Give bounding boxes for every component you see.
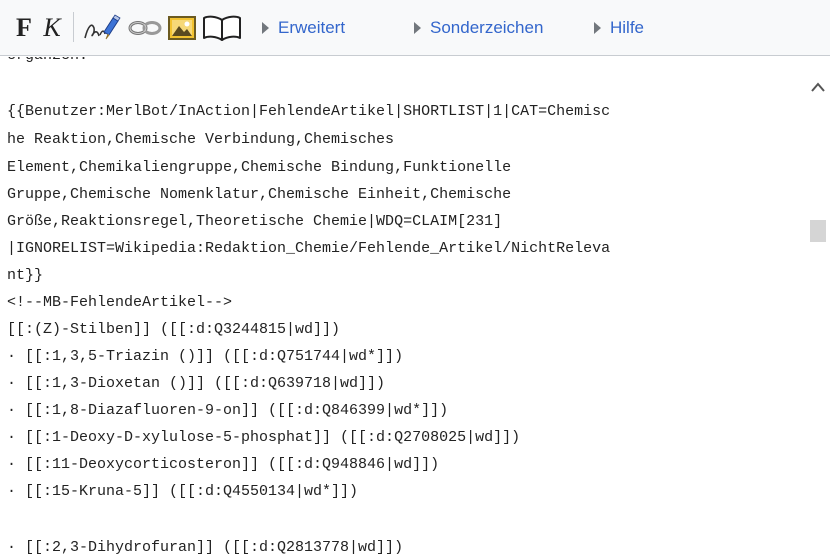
- editor-line: · [[:1,3-Dioxetan ()]] ([[:d:Q639718|wd]…: [7, 375, 386, 392]
- editor-toolbar: F K Erweitert Sonderzeichen Hilfe: [0, 0, 830, 56]
- editor-line: · [[:2,3-Dihydrofuran]] ([[:d:Q2813778|w…: [7, 539, 404, 556]
- link-icon: [128, 21, 162, 35]
- picture-button[interactable]: [166, 10, 198, 46]
- vertical-scrollbar[interactable]: [806, 57, 830, 559]
- editor-line: Gruppe,Chemische Nomenklatur,Chemische E…: [7, 186, 512, 203]
- editor-line: Größe,Reaktionsregel,Theoretische Chemie…: [7, 213, 503, 230]
- picture-icon: [168, 16, 196, 40]
- link-button[interactable]: [126, 10, 164, 46]
- chevron-up-icon: [811, 82, 825, 92]
- triangle-right-icon: [262, 22, 269, 34]
- triangle-right-icon: [414, 22, 421, 34]
- editor-line: [[:(Z)-Stilben]] ([[:d:Q3244815|wd]]): [7, 321, 341, 338]
- editor-line: ergänzen:: [7, 57, 88, 67]
- book-icon: [203, 15, 241, 41]
- signature-icon: [84, 14, 121, 40]
- italic-button[interactable]: K: [38, 10, 66, 46]
- scrollbar-thumb[interactable]: [810, 220, 826, 242]
- editor-line: · [[:11-Deoxycorticosteron]] ([[:d:Q9488…: [7, 456, 440, 473]
- tab-sonderzeichen-label: Sonderzeichen: [430, 18, 544, 37]
- tab-erweitert[interactable]: Erweitert: [262, 14, 345, 42]
- triangle-right-icon: [594, 22, 601, 34]
- editor-line: {{Benutzer:MerlBot/InAction|FehlendeArti…: [7, 103, 611, 120]
- editor-line: · [[:1,8-Diazafluoren-9-on]] ([[:d:Q8463…: [7, 402, 449, 419]
- editor-line: · [[:1-Deoxy-D-xylulose-5-phosphat]] ([[…: [7, 429, 521, 446]
- editor-line: Element,Chemikaliengruppe,Chemische Bind…: [7, 159, 512, 176]
- editor-line: · [[:1,3,5-Triazin ()]] ([[:d:Q751744|wd…: [7, 348, 404, 365]
- wikitext-editor[interactable]: ergänzen: {{Benutzer:MerlBot/InAction|Fe…: [0, 57, 804, 559]
- reference-button[interactable]: [200, 10, 244, 46]
- editor-line: <!--MB-FehlendeArtikel-->: [7, 294, 233, 311]
- tab-erweitert-label: Erweitert: [278, 18, 346, 37]
- editor-line: nt}}: [7, 267, 44, 284]
- tab-hilfe[interactable]: Hilfe: [594, 14, 644, 42]
- bold-button[interactable]: F: [10, 10, 38, 46]
- editor-line: he Reaktion,Chemische Verbindung,Chemisc…: [7, 131, 395, 148]
- tab-sonderzeichen[interactable]: Sonderzeichen: [414, 14, 543, 42]
- tab-hilfe-label: Hilfe: [610, 18, 645, 37]
- editor-line: |IGNORELIST=Wikipedia:Redaktion_Chemie/F…: [7, 240, 611, 257]
- editor-line: · [[:15-Kruna-5]] ([[:d:Q4550134|wd*]]): [7, 483, 359, 500]
- toolbar-separator: [73, 12, 74, 42]
- scroll-up-button[interactable]: [806, 75, 830, 99]
- signature-button[interactable]: [80, 10, 124, 46]
